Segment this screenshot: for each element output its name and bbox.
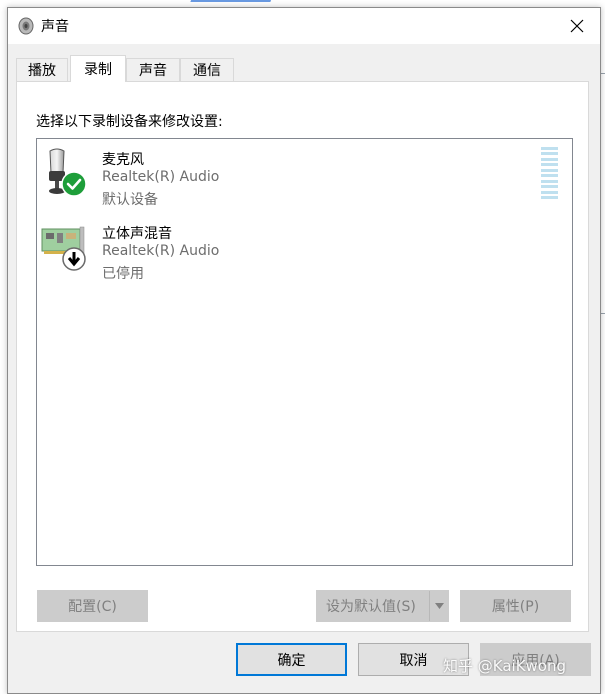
tab-communications[interactable]: 通信 [180, 58, 234, 81]
tab-playback[interactable]: 播放 [16, 58, 68, 81]
device-status: 默认设备 [102, 192, 158, 208]
properties-button[interactable]: 属性(P) [460, 590, 571, 622]
device-status: 已停用 [102, 266, 144, 282]
set-default-button[interactable]: 设为默认值(S) [316, 590, 449, 622]
chevron-down-icon [434, 603, 444, 609]
device-driver: Realtek(R) Audio [102, 169, 220, 185]
set-default-label: 设为默认值(S) [326, 599, 416, 615]
level-meter [541, 147, 558, 199]
set-default-dropdown[interactable] [429, 591, 448, 621]
watermark: 知乎 @KaiKwong [443, 657, 567, 675]
device-name: 立体声混音 [102, 226, 172, 242]
sound-dialog: 声音 播放 录制 声音 通信 选择以下录制设备来修改设置: 麦克风 Realte… [7, 7, 601, 694]
window-title: 声音 [41, 19, 69, 35]
recording-panel: 选择以下录制设备来修改设置: 麦克风 Realtek(R) Audio 默认设备… [16, 81, 589, 632]
device-list[interactable]: 麦克风 Realtek(R) Audio 默认设备 立体声混音 Realtek(… [36, 138, 573, 566]
device-name: 麦克风 [102, 152, 144, 168]
device-icon [41, 221, 93, 277]
configure-button[interactable]: 配置(C) [37, 590, 148, 622]
speaker-icon [18, 17, 34, 35]
title-bar: 声音 [8, 8, 600, 44]
device-item-microphone[interactable]: 麦克风 Realtek(R) Audio 默认设备 [37, 139, 517, 209]
disabled-arrow-icon [62, 247, 86, 271]
instruction-label: 选择以下录制设备来修改设置: [36, 114, 223, 130]
background-stroke [188, 0, 272, 6]
default-check-icon [61, 171, 87, 197]
tab-strip: 播放 录制 声音 通信 [16, 55, 596, 82]
device-item-stereo-mix[interactable]: 立体声混音 Realtek(R) Audio 已停用 [37, 213, 517, 283]
ok-button[interactable]: 确定 [236, 643, 347, 676]
close-icon [570, 19, 584, 33]
tab-recording[interactable]: 录制 [70, 55, 126, 82]
close-button[interactable] [556, 10, 598, 42]
tab-sounds[interactable]: 声音 [126, 58, 180, 81]
device-driver: Realtek(R) Audio [102, 243, 220, 259]
device-icon [41, 147, 93, 203]
